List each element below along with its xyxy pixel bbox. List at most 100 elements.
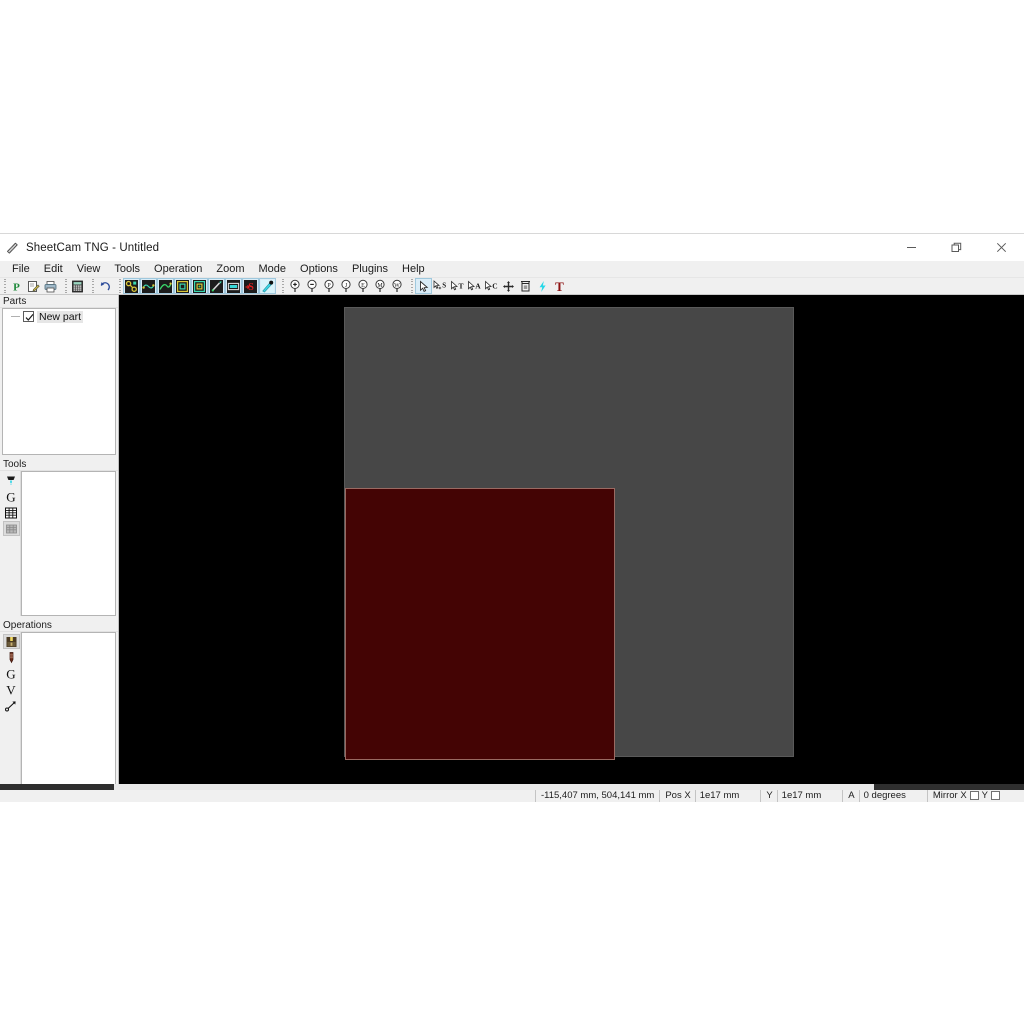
text-tool-button[interactable]: T: [551, 278, 568, 294]
toolbar-grip[interactable]: [280, 278, 285, 294]
start-point-button[interactable]: S: [242, 278, 259, 294]
mirror-x-label: Mirror X: [932, 790, 967, 801]
pocket-operation-button[interactable]: [174, 278, 191, 294]
add-start-point-button[interactable]: S: [432, 278, 449, 294]
toolbar-grip[interactable]: [2, 278, 7, 294]
tool-properties-button[interactable]: [2, 521, 20, 536]
open-document-button[interactable]: [25, 278, 42, 294]
add-gcode-operation-button[interactable]: G: [3, 666, 20, 681]
status-gap: [1008, 789, 1024, 802]
mirror-y-label: Y: [981, 790, 988, 801]
position-y-label: Y: [766, 789, 778, 802]
four-way-move-button[interactable]: [500, 278, 517, 294]
add-gcode-tool-button[interactable]: G: [3, 489, 20, 504]
zoom-to-job-button[interactable]: J: [337, 278, 354, 294]
menu-options[interactable]: Options: [293, 261, 345, 278]
mirror-y-checkbox[interactable]: [991, 791, 1000, 800]
svg-text:V: V: [6, 683, 16, 697]
tools-panel: Tools G: [0, 458, 118, 619]
title-bar: SheetCam TNG - Untitled: [0, 234, 1024, 261]
zoom-to-window-button[interactable]: W: [388, 278, 405, 294]
mirror-field: Mirror X Y: [926, 789, 1008, 802]
post-processor-button[interactable]: [69, 278, 86, 294]
svg-text:C: C: [492, 281, 497, 290]
menu-zoom[interactable]: Zoom: [209, 261, 251, 278]
svg-text:A: A: [475, 281, 481, 290]
select-contour-button[interactable]: C: [483, 278, 500, 294]
part-outline[interactable]: [345, 488, 615, 760]
menu-edit[interactable]: Edit: [37, 261, 70, 278]
minimize-button[interactable]: [889, 234, 934, 261]
select-all-button[interactable]: A: [466, 278, 483, 294]
toolbar-separator: [276, 278, 279, 294]
jet-cutting-operation-button[interactable]: [123, 278, 140, 294]
add-vector-engrave-button[interactable]: V: [3, 682, 20, 697]
select-tabs-button[interactable]: T: [449, 278, 466, 294]
menu-view[interactable]: View: [70, 261, 108, 278]
window-controls: [889, 234, 1024, 261]
toolbar-separator: [86, 278, 89, 294]
menu-operation[interactable]: Operation: [147, 261, 209, 278]
plasma-cut-outside-button[interactable]: [157, 278, 174, 294]
restore-button[interactable]: [934, 234, 979, 261]
close-button[interactable]: [979, 234, 1024, 261]
position-x-field[interactable]: Pos X 1e17 mm: [659, 789, 744, 802]
tools-panel-caption: Tools: [0, 458, 118, 471]
left-dock-panel: Parts New part Tools G Operations G V: [0, 295, 118, 788]
part-checkbox[interactable]: [23, 311, 34, 322]
toolbar-grip[interactable]: [63, 278, 68, 294]
add-jet-cutting-button[interactable]: [2, 634, 20, 649]
add-move-operation-button[interactable]: [3, 698, 20, 713]
plasma-cut-inside-button[interactable]: [140, 278, 157, 294]
add-plasma-tool-button[interactable]: [3, 473, 20, 488]
toolbar-grip[interactable]: [117, 278, 122, 294]
operations-list[interactable]: [21, 632, 116, 785]
menu-mode[interactable]: Mode: [251, 261, 293, 278]
menu-tools[interactable]: Tools: [107, 261, 147, 278]
drill-operation-button[interactable]: [208, 278, 225, 294]
print-button[interactable]: [42, 278, 59, 294]
zoom-to-extents-button[interactable]: E: [354, 278, 371, 294]
tool-table-button[interactable]: [3, 505, 20, 520]
nest-button[interactable]: [517, 278, 534, 294]
operations-panel-caption: Operations: [0, 619, 118, 632]
zoom-out-button[interactable]: [303, 278, 320, 294]
mirror-x-checkbox[interactable]: [969, 791, 979, 800]
zoom-in-button[interactable]: [286, 278, 303, 294]
add-drilling-button[interactable]: [3, 650, 20, 665]
zoom-to-material-button[interactable]: M: [371, 278, 388, 294]
menu-plugins[interactable]: Plugins: [345, 261, 395, 278]
select-tool-button[interactable]: [415, 278, 432, 294]
move-path-button[interactable]: [225, 278, 242, 294]
menu-file[interactable]: File: [5, 261, 37, 278]
horizontal-scroll-strip[interactable]: [0, 784, 1024, 790]
new-job-button[interactable]: P: [8, 278, 25, 294]
tools-toolstrip: G: [2, 471, 21, 616]
toolbar-grip[interactable]: [90, 278, 95, 294]
drawing-canvas[interactable]: [118, 295, 1024, 788]
scroll-thumb[interactable]: [114, 784, 874, 790]
angle-field[interactable]: A 0 degrees: [842, 789, 911, 802]
parts-panel: Parts New part: [0, 295, 118, 458]
svg-text:T: T: [458, 281, 463, 290]
zoom-to-part-button[interactable]: P: [320, 278, 337, 294]
marker-operation-button[interactable]: [259, 278, 276, 294]
lightning-bolt-button[interactable]: [534, 278, 551, 294]
undo-button[interactable]: [96, 278, 113, 294]
svg-text:W: W: [394, 283, 400, 289]
cursor-coordinates: -115,407 mm, 504,141 mm: [534, 789, 659, 802]
svg-text:G: G: [6, 667, 15, 681]
position-y-field[interactable]: Y 1e17 mm: [760, 789, 826, 802]
tools-list[interactable]: [21, 471, 116, 616]
svg-text:E: E: [361, 283, 365, 289]
toolbar-grip[interactable]: [409, 278, 414, 294]
parts-tree-item[interactable]: New part: [3, 309, 115, 324]
menu-help[interactable]: Help: [395, 261, 432, 278]
sheetcam-application-window: SheetCam TNG - Untitled File Edit View T…: [0, 233, 1024, 802]
main-toolbar: P S P J E M W S T A C T: [0, 278, 1024, 295]
angle-label: A: [848, 789, 860, 802]
engrave-operation-button[interactable]: [191, 278, 208, 294]
window-title: SheetCam TNG - Untitled: [26, 241, 160, 254]
parts-tree[interactable]: New part: [2, 308, 116, 455]
tree-connector-line: [11, 316, 20, 317]
